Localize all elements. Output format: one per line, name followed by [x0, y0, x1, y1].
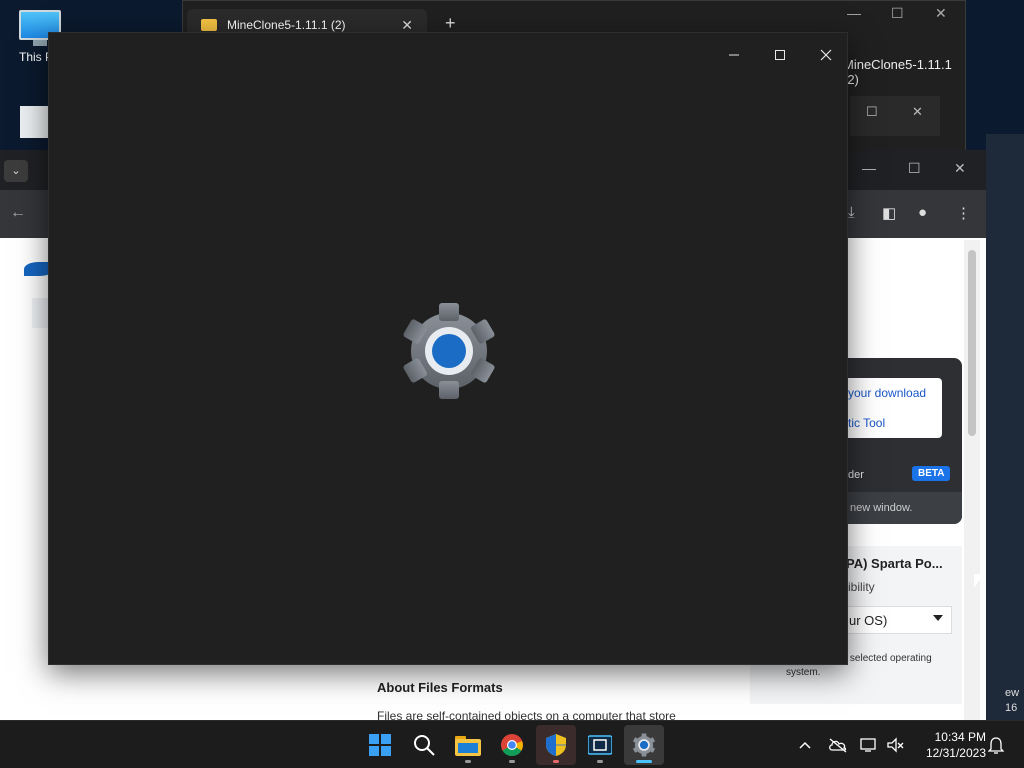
- popup-footer: new window.: [848, 492, 962, 524]
- search-icon: [414, 735, 435, 756]
- minimize-icon[interactable]: —: [847, 5, 861, 21]
- onedrive-tray-button[interactable]: [828, 721, 848, 768]
- film-icon: [588, 735, 612, 755]
- chrome-taskbar-button[interactable]: [492, 725, 532, 765]
- edge-text: ew 16: [1005, 687, 1020, 714]
- search-button[interactable]: [404, 725, 444, 765]
- settings-gear-icon: [403, 303, 495, 399]
- profile-icon[interactable]: ●: [918, 204, 927, 221]
- dropdown-arrow-icon: [933, 615, 943, 621]
- more-menu-icon[interactable]: ⋮: [956, 204, 971, 222]
- explorer-tab-title: MineClone5-1.11.1 (2): [227, 18, 346, 32]
- cloud-offline-icon: [829, 738, 847, 753]
- new-tab-button[interactable]: +: [445, 13, 456, 34]
- tool-link[interactable]: tic Tool: [848, 416, 885, 430]
- maximize-button[interactable]: [757, 39, 803, 71]
- download-popup: your download tic Tool der BETA new wind…: [848, 358, 962, 524]
- explorer-window-title: MineClone5-1.11.1 (2): [843, 57, 952, 87]
- network-tray-button[interactable]: [860, 721, 878, 768]
- maximize-icon[interactable]: ☐: [866, 104, 878, 120]
- volume-tray-button[interactable]: [886, 721, 904, 768]
- maximize-icon[interactable]: ☐: [891, 5, 904, 22]
- clock[interactable]: 10:34 PM 12/31/2023: [914, 729, 986, 761]
- desktop-icon-label: This PC: [19, 50, 49, 64]
- notifications-button[interactable]: [988, 721, 1004, 768]
- os-select[interactable]: ur OS): [846, 606, 952, 634]
- security-taskbar-button[interactable]: [536, 725, 576, 765]
- chevron-up-icon: [799, 741, 811, 749]
- minimize-icon[interactable]: —: [862, 160, 876, 176]
- maximize-icon[interactable]: ☐: [908, 160, 921, 177]
- gear-icon: [633, 733, 655, 757]
- desktop-file-icon[interactable]: [20, 106, 48, 138]
- download-icon[interactable]: ⤓: [848, 204, 855, 221]
- maximize-icon: [775, 50, 785, 60]
- minimize-icon: [729, 54, 739, 56]
- feature-label: der: [848, 469, 864, 481]
- close-button[interactable]: [803, 39, 849, 71]
- folder-icon: [201, 19, 217, 31]
- card-heading: PA) Sparta Po...: [846, 556, 943, 571]
- start-button[interactable]: [360, 725, 400, 765]
- folder-icon: [455, 736, 481, 756]
- settings-taskbar-button[interactable]: [624, 725, 664, 765]
- beta-badge: BETA: [912, 466, 951, 481]
- shield-icon: [546, 734, 566, 756]
- windows-logo-icon: [369, 734, 391, 756]
- settings-splash-window: [48, 32, 848, 665]
- close-icon[interactable]: ✕: [935, 5, 947, 22]
- show-hidden-icons-button[interactable]: [798, 721, 812, 768]
- close-tab-icon[interactable]: ✕: [401, 17, 413, 34]
- card-subheading: ibility: [848, 580, 875, 594]
- back-arrow-icon[interactable]: ←: [10, 204, 26, 222]
- clock-date: 12/31/2023: [925, 746, 986, 760]
- tab-search-icon[interactable]: ⌄: [4, 160, 28, 182]
- file-explorer-taskbar-button[interactable]: [448, 725, 488, 765]
- mouse-cursor: [974, 574, 984, 588]
- background-dialog: ☐ ✕: [850, 96, 940, 136]
- network-icon: [860, 738, 876, 752]
- close-icon[interactable]: ✕: [912, 104, 923, 120]
- bell-icon: [988, 737, 1004, 754]
- chrome-icon: [501, 734, 523, 756]
- taskbar: 10:34 PM 12/31/2023: [0, 720, 1024, 768]
- volume-muted-icon: [887, 737, 904, 753]
- scrollbar-thumb[interactable]: [968, 250, 976, 436]
- clipchamp-taskbar-button[interactable]: [580, 725, 620, 765]
- background-window-edge: [986, 134, 1024, 720]
- about-heading: About Files Formats: [377, 680, 503, 695]
- clock-time: 10:34 PM: [934, 730, 986, 744]
- side-panel-icon[interactable]: ◧: [882, 204, 896, 222]
- download-link[interactable]: your download: [848, 386, 926, 400]
- close-icon: [820, 49, 832, 61]
- minimize-button[interactable]: [711, 39, 757, 71]
- close-icon[interactable]: ✕: [954, 160, 966, 177]
